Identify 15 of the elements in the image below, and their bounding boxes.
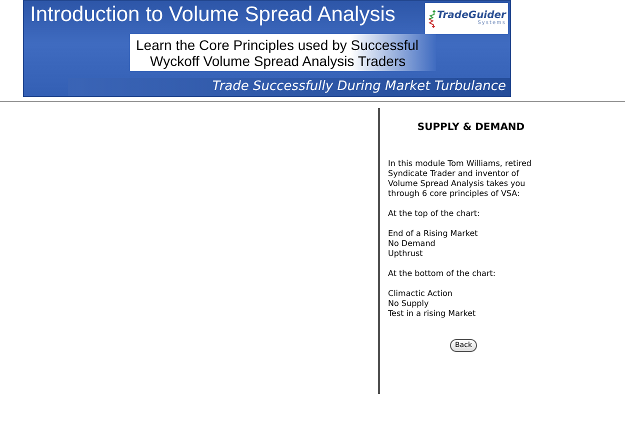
subtitle-line: Wyckoff Volume Spread Analysis Traders [149,52,407,68]
list-item: No Demand [388,239,436,249]
banner-tagline: Trade Successfully During Market Turbulance [212,79,506,95]
list-item: No Supply [388,299,430,309]
list-item: Test in a rising Market [388,309,477,319]
list-item: End of a Rising Market [388,229,479,239]
paragraph: In this module Tom Williams, retired Syndicate Trader and inventor of Volume Spread Analysis takes you through 6 core principles of VSA: [388,159,532,199]
list-item: Climactic Action [388,289,454,299]
banner-title: Introduction to Volume Spread Analysis [30,3,396,27]
list-item: Upthrust [388,249,424,259]
paragraph: At the top of the chart: [388,209,481,219]
paragraph: At the bottom of the chart: [388,269,497,279]
logo-name: TradeGuider [437,11,506,21]
subtitle-line: Learn the Core Principles used by Successful [135,36,420,52]
panel-heading: SUPPLY & DEMAND [416,123,526,133]
